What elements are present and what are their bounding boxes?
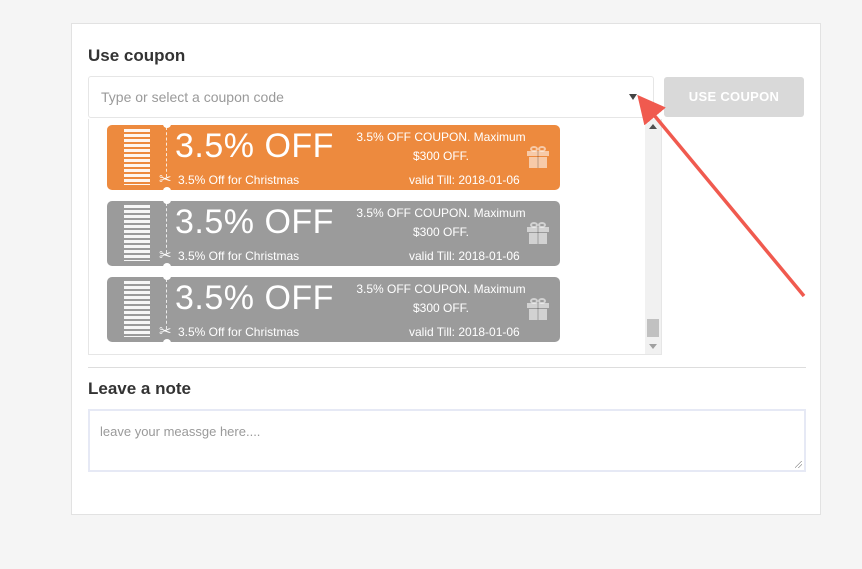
gift-icon xyxy=(527,298,549,320)
coupon-desc-line: $300 OFF. xyxy=(412,149,470,163)
coupon-cut-line xyxy=(166,279,167,329)
coupon-description: 3.5% OFF COUPON. Maximum $300 OFF. xyxy=(351,280,531,318)
gift-icon xyxy=(527,146,549,168)
coupon-desc-line: $300 OFF. xyxy=(412,301,470,315)
gift-icon xyxy=(527,222,549,244)
coupon-validity: valid Till: 2018-01-06 xyxy=(409,173,520,187)
caret-down-icon[interactable] xyxy=(629,94,637,100)
barcode-icon xyxy=(124,281,150,337)
coupon-amount: 3.5% OFF xyxy=(175,127,334,165)
scissors-icon: ✂ xyxy=(159,171,172,188)
coupon-cut-line xyxy=(166,203,167,253)
coupon-validity: valid Till: 2018-01-06 xyxy=(409,325,520,339)
resize-handle-icon[interactable] xyxy=(795,461,802,468)
coupon-desc-line: 3.5% OFF COUPON. Maximum xyxy=(356,282,526,296)
coupon-event: 3.5% Off for Christmas xyxy=(178,249,300,263)
coupon-event: 3.5% Off for Christmas xyxy=(178,325,300,339)
coupon-stub xyxy=(107,277,167,342)
use-coupon-button[interactable]: USE COUPON xyxy=(664,77,804,117)
barcode-icon xyxy=(124,205,150,261)
coupon-event: 3.5% Off for Christmas xyxy=(178,173,300,187)
checkout-panel: Use coupon Type or select a coupon code … xyxy=(71,23,821,515)
coupon-section-title: Use coupon xyxy=(88,46,186,65)
scroll-up-arrow-icon[interactable] xyxy=(649,124,657,129)
note-section-title: Leave a note xyxy=(88,379,191,398)
section-divider xyxy=(88,367,806,368)
coupon-option[interactable]: ✂ 3.5% OFF 3.5% OFF COUPON. Maximum $300… xyxy=(107,125,560,190)
coupon-desc-line: $300 OFF. xyxy=(412,225,470,239)
coupon-description: 3.5% OFF COUPON. Maximum $300 OFF. xyxy=(351,204,531,242)
coupon-option[interactable]: ✂ 3.5% OFF 3.5% OFF COUPON. Maximum $300… xyxy=(107,277,560,342)
coupon-notch xyxy=(163,201,171,204)
coupon-desc-line: 3.5% OFF COUPON. Maximum xyxy=(356,130,526,144)
coupon-stub xyxy=(107,125,167,190)
coupon-input-placeholder: Type or select a coupon code xyxy=(101,89,284,105)
scissors-icon: ✂ xyxy=(159,247,172,264)
coupon-cut-line xyxy=(166,127,167,177)
coupon-dropdown-list: ✂ 3.5% OFF 3.5% OFF COUPON. Maximum $300… xyxy=(88,119,662,355)
scroll-thumb[interactable] xyxy=(647,319,659,337)
note-placeholder: leave your meassge here.... xyxy=(100,424,261,439)
coupon-notch xyxy=(163,277,171,280)
coupon-notch xyxy=(163,125,171,128)
note-textarea[interactable]: leave your meassge here.... xyxy=(88,409,806,472)
coupon-option[interactable]: ✂ 3.5% OFF 3.5% OFF COUPON. Maximum $300… xyxy=(107,201,560,266)
coupon-code-select[interactable]: Type or select a coupon code xyxy=(88,76,654,118)
scroll-down-arrow-icon[interactable] xyxy=(649,344,657,349)
coupon-validity: valid Till: 2018-01-06 xyxy=(409,249,520,263)
coupon-amount: 3.5% OFF xyxy=(175,203,334,241)
coupon-desc-line: 3.5% OFF COUPON. Maximum xyxy=(356,206,526,220)
coupon-stub xyxy=(107,201,167,266)
barcode-icon xyxy=(124,129,150,185)
dropdown-scrollbar[interactable] xyxy=(645,119,661,354)
coupon-description: 3.5% OFF COUPON. Maximum $300 OFF. xyxy=(351,128,531,166)
scissors-icon: ✂ xyxy=(159,323,172,340)
coupon-amount: 3.5% OFF xyxy=(175,279,334,317)
